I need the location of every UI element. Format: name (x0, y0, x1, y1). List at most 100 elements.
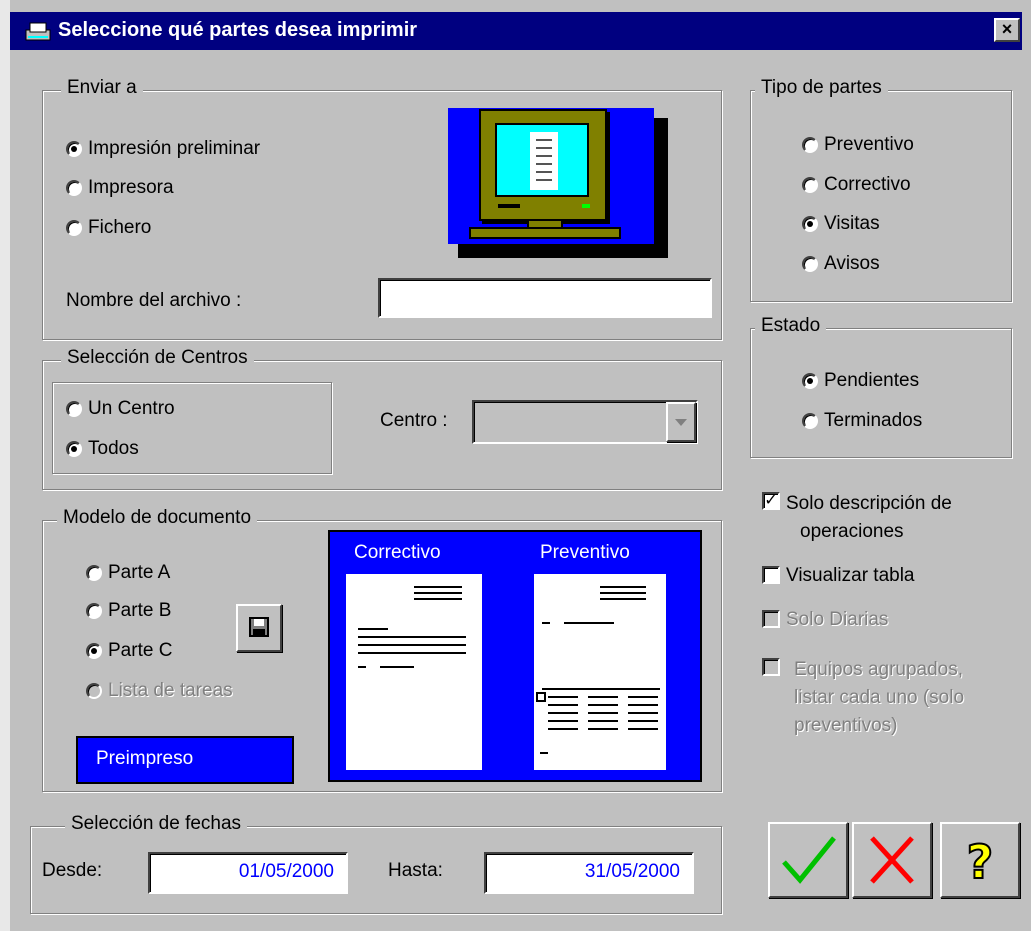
checkbox-label: Solo descripción de operaciones (786, 490, 952, 546)
filename-label: Nombre del archivo : (66, 290, 242, 311)
radio-un-centro[interactable]: Un Centro (66, 398, 175, 420)
radio-label: Preventivo (824, 134, 914, 155)
title-bar: Seleccione qué partes desea imprimir × (10, 12, 1022, 50)
radio-dot (66, 220, 82, 236)
radio-visitas[interactable]: Visitas (802, 213, 880, 235)
question-mark-icon: ? (966, 834, 995, 890)
checkbox-label: Visualizar tabla (786, 565, 915, 586)
radio-dot (66, 141, 82, 157)
radio-fichero[interactable]: Fichero (66, 217, 151, 239)
radio-impresion-preliminar[interactable]: Impresión preliminar (66, 138, 260, 160)
checkbox-box (762, 658, 780, 676)
radio-label: Un Centro (88, 398, 175, 419)
preview-sheet-correctivo (346, 574, 482, 770)
preview-sheet-preventivo (534, 574, 666, 770)
save-button[interactable] (236, 604, 282, 652)
checkbox-label-line1: Solo descripción de (786, 493, 952, 514)
preview-label-correctivo: Correctivo (354, 542, 441, 563)
svg-text:?: ? (967, 835, 994, 889)
radio-label: Correctivo (824, 174, 911, 195)
modelo-documento-legend: Modelo de documento (57, 507, 258, 529)
radio-dot (86, 565, 102, 581)
tipo-partes-legend: Tipo de partes (755, 77, 888, 99)
radio-dot (66, 401, 82, 417)
ok-button[interactable] (768, 822, 848, 898)
radio-dot (802, 373, 818, 389)
hasta-label: Hasta: (388, 860, 443, 881)
centro-label: Centro : (380, 410, 448, 431)
preimpreso-button[interactable]: Preimpreso (76, 736, 294, 784)
checkbox-label-line2: operaciones (800, 521, 904, 542)
radio-label: Lista de tareas (108, 680, 233, 701)
radio-dot (86, 683, 102, 699)
centro-dropdown[interactable] (472, 400, 698, 444)
radio-label: Impresora (88, 177, 174, 198)
radio-dot (86, 643, 102, 659)
checkbox-solo-descripcion[interactable]: ✓ Solo descripción de operaciones (762, 490, 952, 546)
radio-dot (66, 180, 82, 196)
checkbox-box (762, 610, 780, 628)
checkbox-equipos-agrupados: Equipos agrupados, listar cada uno (solo… (762, 656, 964, 740)
radio-impresora[interactable]: Impresora (66, 177, 174, 199)
desde-date-input[interactable]: 01/05/2000 (148, 852, 348, 894)
seleccion-centros-legend: Selección de Centros (61, 347, 254, 369)
checkbox-solo-diarias: Solo Diarias (762, 608, 888, 632)
dropdown-button[interactable] (666, 402, 696, 442)
radio-dot (802, 256, 818, 272)
filename-input[interactable] (378, 278, 712, 318)
radio-label: Parte A (108, 562, 171, 583)
enviar-a-legend: Enviar a (61, 77, 143, 99)
tipo-partes-group: Tipo de partes (750, 77, 1012, 302)
radio-dot (802, 177, 818, 193)
checkbox-visualizar-tabla[interactable]: Visualizar tabla (762, 564, 915, 588)
hasta-date-input[interactable]: 31/05/2000 (484, 852, 694, 894)
preimpreso-label: Preimpreso (96, 748, 194, 769)
radio-todos[interactable]: Todos (66, 438, 139, 460)
checkbox-box: ✓ (762, 492, 780, 510)
radio-label: Impresión preliminar (88, 138, 261, 159)
preview-label-preventivo: Preventivo (540, 542, 630, 563)
radio-dot (802, 413, 818, 429)
window-title: Seleccione qué partes desea imprimir (58, 19, 418, 41)
radio-label: Visitas (824, 213, 880, 234)
radio-preventivo[interactable]: Preventivo (802, 134, 914, 156)
radio-parte-c[interactable]: Parte C (86, 640, 172, 662)
chevron-down-icon (675, 419, 687, 426)
radio-dot (802, 137, 818, 153)
radio-label: Terminados (824, 410, 923, 431)
radio-pendientes[interactable]: Pendientes (802, 370, 919, 392)
checkbox-label-line1: Equipos agrupados, (794, 659, 964, 680)
radio-label: Parte C (108, 640, 173, 661)
background-edge (0, 0, 10, 931)
checkmark-icon (782, 836, 836, 884)
radio-label: Parte B (108, 600, 172, 621)
seleccion-fechas-legend: Selección de fechas (65, 813, 248, 835)
checkbox-label-line2: listar cada uno (solo (794, 687, 965, 708)
checkbox-label: Solo Diarias (786, 609, 889, 630)
close-button[interactable]: × (994, 18, 1020, 42)
cancel-button[interactable] (852, 822, 932, 898)
estado-group: Estado (750, 315, 1012, 458)
centro-radio-box (52, 382, 332, 474)
radio-parte-b[interactable]: Parte B (86, 600, 171, 622)
help-button[interactable]: ? (940, 822, 1020, 898)
checkbox-label-line3: preventivos) (794, 715, 898, 736)
radio-correctivo[interactable]: Correctivo (802, 174, 911, 196)
radio-terminados[interactable]: Terminados (802, 410, 922, 432)
radio-label: Pendientes (824, 370, 920, 391)
radio-label: Avisos (824, 253, 880, 274)
radio-lista-de-tareas: Lista de tareas (86, 680, 233, 702)
estado-legend: Estado (755, 315, 827, 337)
radio-dot (802, 216, 818, 232)
radio-dot (86, 603, 102, 619)
radio-avisos[interactable]: Avisos (802, 253, 880, 275)
checkbox-box (762, 566, 780, 584)
document-preview: Correctivo Preventivo (328, 530, 702, 782)
radio-label: Fichero (88, 217, 152, 238)
monitor-icon (448, 108, 668, 258)
checkbox-label: Equipos agrupados, listar cada uno (solo… (786, 656, 964, 740)
radio-dot (66, 441, 82, 457)
radio-parte-a[interactable]: Parte A (86, 562, 170, 584)
desde-label: Desde: (42, 860, 103, 881)
x-icon (870, 836, 914, 884)
